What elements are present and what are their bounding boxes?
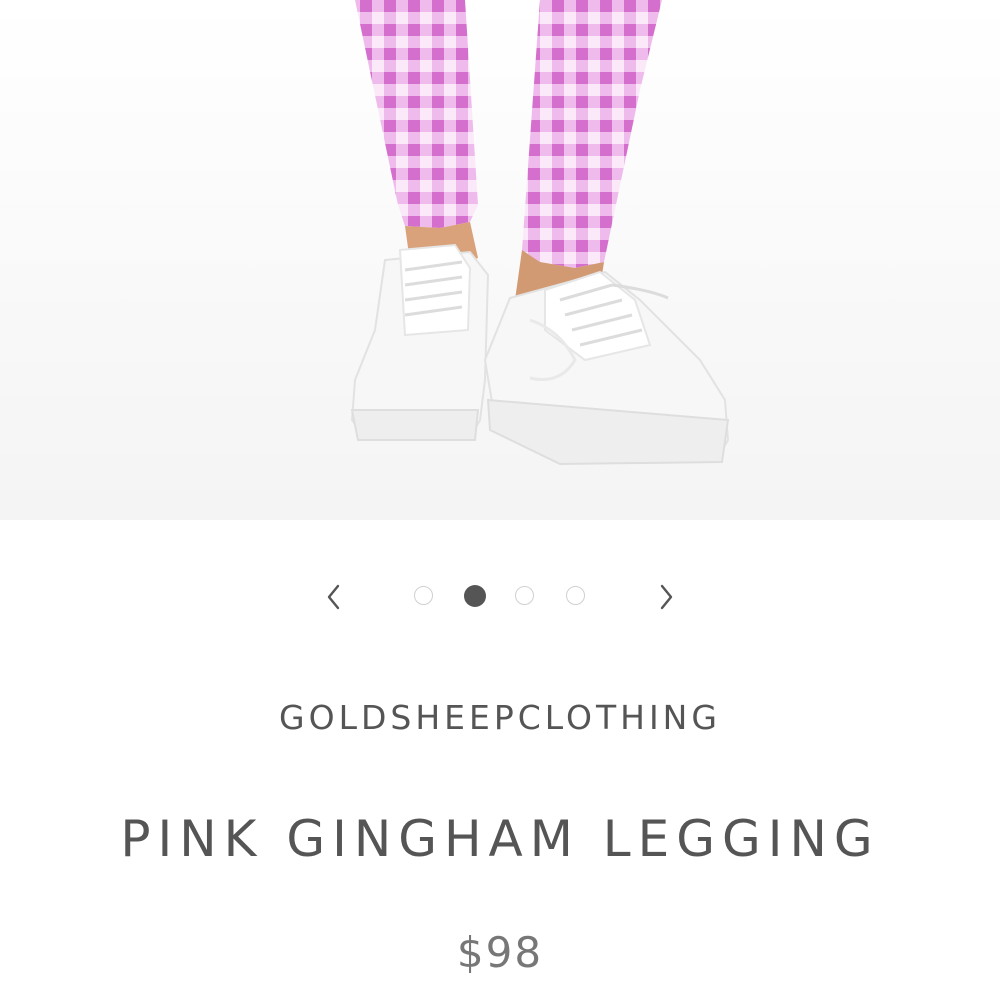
carousel-dot-2[interactable] [464,585,486,607]
chevron-left-icon [327,584,340,610]
product-brand[interactable]: GOLDSHEEPCLOTHING [0,698,1000,737]
carousel-dot-3[interactable] [515,586,534,605]
product-page: GOLDSHEEPCLOTHING PINK GINGHAM LEGGING $… [0,0,1000,1000]
product-image[interactable] [0,0,1000,520]
chevron-right-icon [660,584,673,610]
carousel-next-button[interactable] [646,570,686,624]
product-title: PINK GINGHAM LEGGING [120,810,880,868]
carousel-dot-1[interactable] [414,586,433,605]
carousel-dot-4[interactable] [566,586,585,605]
product-price: $98 [456,928,544,977]
product-photo-illustration [0,0,1000,520]
carousel-nav [0,570,1000,624]
carousel-prev-button[interactable] [314,570,354,624]
